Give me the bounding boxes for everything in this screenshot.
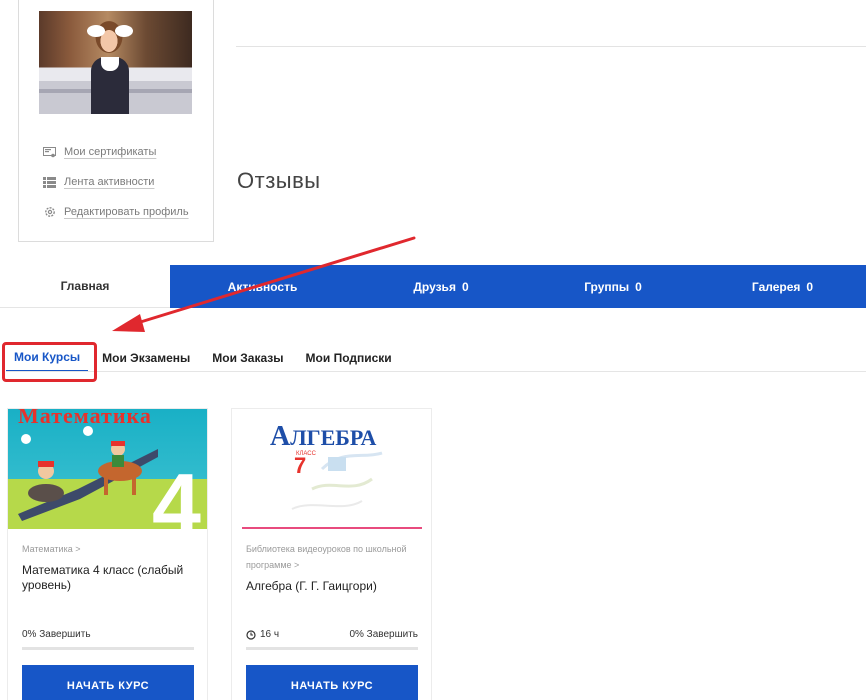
profile-card: Мои сертификаты Лента активности Редакти… [18,0,214,242]
course-duration: 16 ч [246,629,279,640]
profile-link-label: Редактировать профиль [64,206,189,218]
tab-friends[interactable]: Друзья 0 [355,265,527,308]
course-progress-bar [22,647,194,650]
tab-count: 0 [635,279,642,294]
avatar-bow-right [115,25,133,37]
cover-title: АЛГЕБРА [270,421,376,453]
start-course-button[interactable]: НАЧАТЬ КУРС [22,665,194,700]
profile-link-edit[interactable]: Редактировать профиль [43,197,189,227]
course-category-link[interactable]: Математика > [22,541,197,557]
subtab-my-subscriptions[interactable]: Мои Подписки [298,344,400,372]
tab-label: Активность [227,279,298,294]
annotation-highlight-box [2,342,97,382]
tab-groups[interactable]: Группы 0 [527,265,699,308]
course-meta: Математика > Математика 4 класс (слабый … [22,541,197,593]
tab-count: 0 [806,279,814,294]
subtabs-divider [6,371,866,372]
profile-link-certificates[interactable]: Мои сертификаты [43,137,189,167]
certificate-icon [43,146,56,158]
tab-gallery[interactable]: Галерея 0 [699,265,866,308]
tab-label: Друзья [413,279,456,294]
course-progress-label: 0% Завершить [349,629,418,640]
divider [236,46,866,47]
avatar-bow-left [87,25,105,37]
profile-links: Мои сертификаты Лента активности Редакти… [43,137,189,227]
cover-stripe [242,527,422,529]
reviews-title: Отзывы [237,168,321,193]
cover-grade: 7 [294,453,307,478]
course-card[interactable]: Математика 4 Математика > Математика 4 к… [7,408,208,700]
clock-icon [246,629,256,640]
start-course-button[interactable]: НАЧАТЬ КУРС [246,665,418,700]
tab-activity[interactable]: Активность [170,265,355,308]
cover-grade: 4 [152,455,201,530]
course-title[interactable]: Алгебра (Г. Г. Гаицгори) [246,579,421,594]
course-title[interactable]: Математика 4 класс (слабый уровень) [22,563,197,593]
cover-title-rest: ЛГЕБРА [290,425,377,450]
course-cover[interactable]: Математика 4 [8,409,207,529]
tab-label: Галерея [751,279,801,294]
course-progress-bar [246,647,418,650]
course-card[interactable]: АЛГЕБРА КЛАСС 7 Библиотека видеоуроков п… [231,408,432,700]
course-progress-row: 0% Завершить [22,629,194,640]
subtab-my-orders[interactable]: Мои Заказы [204,344,291,372]
avatar-collar [101,57,119,71]
profile-link-label: Лента активности [64,176,155,188]
course-cover[interactable]: АЛГЕБРА КЛАСС 7 [232,409,431,529]
avatar[interactable] [39,11,192,114]
tab-main[interactable]: Главная [0,265,170,308]
course-progress-label: 0% Завершить [22,629,91,640]
list-icon [43,176,56,188]
profile-link-label: Мои сертификаты [64,146,157,158]
tab-label: Группы [584,279,630,294]
course-meta: Библиотека видеоуроков по школьной прогр… [246,541,421,594]
subtab-my-exams[interactable]: Мои Экзамены [94,344,198,372]
cover-title-initial: А [270,421,291,452]
profile-tabbar: Главная Активность Друзья 0 Группы 0 Гал… [0,265,866,308]
course-duration-text: 16 ч [260,629,280,640]
profile-link-activity[interactable]: Лента активности [43,167,189,197]
course-category-link[interactable]: Библиотека видеоуроков по школьной прогр… [246,541,421,573]
gear-icon [43,207,56,218]
course-progress-row: 16 ч 0% Завершить [246,629,418,640]
tab-count: 0 [461,279,469,294]
tab-label: Главная [60,279,110,293]
cover-title: Математика [18,409,152,428]
